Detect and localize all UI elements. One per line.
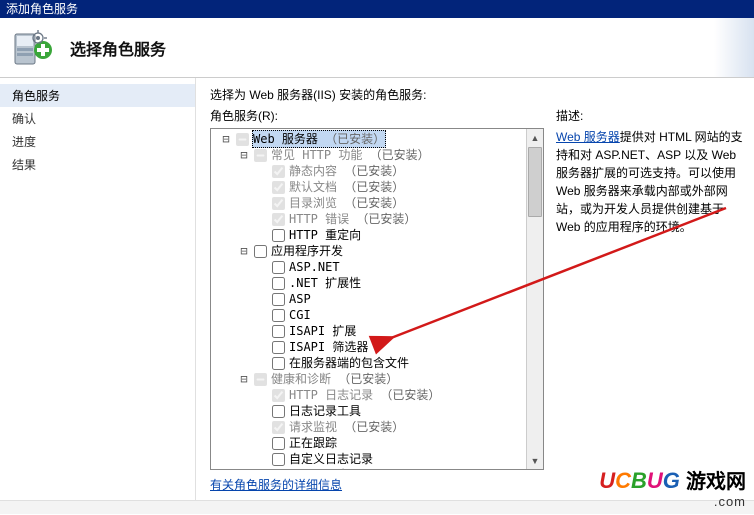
tree-node[interactable]: 正在跟踪 [215, 435, 543, 451]
tree-checkbox[interactable] [272, 341, 285, 354]
tree-node-label[interactable]: 目录浏览 （已安装） [288, 195, 405, 211]
tree-node-label[interactable]: ISAPI 筛选器 [288, 339, 369, 355]
wizard-step[interactable]: 确认 [0, 107, 195, 130]
tree-node-label[interactable]: CGI [288, 307, 312, 323]
tree-node-label[interactable]: 请求监视 （已安装） [288, 419, 405, 435]
tree-node[interactable]: CGI [215, 307, 543, 323]
tree-checkbox[interactable] [272, 293, 285, 306]
tree-checkbox [272, 165, 285, 178]
tree-node[interactable]: ISAPI 筛选器 [215, 339, 543, 355]
vertical-scrollbar[interactable]: ▲ ▼ [526, 129, 543, 469]
tree-checkbox [236, 133, 249, 146]
tree-label: 角色服务(R): [210, 107, 544, 124]
title-bar: 添加角色服务 [0, 0, 754, 18]
tree-node-label[interactable]: ISAPI 扩展 [288, 323, 357, 339]
tree-node[interactable]: 日志记录工具 [215, 403, 543, 419]
tree-node[interactable]: ASP.NET [215, 259, 543, 275]
tree-toggle[interactable]: ⊟ [237, 243, 251, 259]
scroll-down-arrow[interactable]: ▼ [527, 452, 543, 469]
tree-node-label[interactable]: 在服务器端的包含文件 [288, 355, 410, 371]
tree-node-label[interactable]: 常见 HTTP 功能 （已安装） [270, 147, 431, 163]
tree-checkbox [254, 149, 267, 162]
tree-checkbox[interactable] [272, 469, 285, 471]
tree-node-label[interactable]: 默认文档 （已安装） [288, 179, 405, 195]
tree-checkbox[interactable] [272, 405, 285, 418]
tree-node[interactable]: ⊟ 常见 HTTP 功能 （已安装） [215, 147, 543, 163]
tree-node[interactable]: HTTP 重定向 [215, 227, 543, 243]
tree-checkbox [272, 389, 285, 402]
tree-checkbox[interactable] [272, 229, 285, 242]
tree-node-label[interactable]: ASP [288, 291, 312, 307]
more-info-link[interactable]: 有关角色服务的详细信息 [210, 476, 342, 493]
tree-node[interactable]: 默认文档 （已安装） [215, 179, 543, 195]
tree-checkbox [272, 197, 285, 210]
tree-node-label[interactable]: HTTP 错误 （已安装） [288, 211, 417, 227]
tree-node-label[interactable]: ASP.NET [288, 259, 341, 275]
tree-node[interactable]: 目录浏览 （已安装） [215, 195, 543, 211]
tree-node-label[interactable]: Web 服务器 （已安装） [252, 130, 386, 148]
tree-node-label[interactable]: 日志记录工具 [288, 403, 362, 419]
tree-node-label[interactable]: 应用程序开发 [270, 243, 344, 259]
description-label: 描述: [556, 107, 746, 124]
scroll-up-arrow[interactable]: ▲ [527, 129, 543, 146]
tree-node[interactable]: 在服务器端的包含文件 [215, 355, 543, 371]
tree-checkbox[interactable] [272, 437, 285, 450]
tree-toggle[interactable]: ⊟ [237, 147, 251, 163]
tree-checkbox[interactable] [254, 245, 267, 258]
description-link[interactable]: Web 服务器 [556, 130, 620, 144]
tree-node[interactable]: ⊟ Web 服务器 （已安装） [215, 131, 543, 147]
role-services-tree[interactable]: ⊟Web 服务器 （已安装）⊟常见 HTTP 功能 （已安装）静态内容 （已安装… [210, 128, 544, 470]
description-text: Web 服务器提供对 HTML 网站的支持和对 ASP.NET、ASP 以及 W… [556, 128, 746, 236]
tree-checkbox[interactable] [272, 277, 285, 290]
tree-node[interactable]: ISAPI 扩展 [215, 323, 543, 339]
tree-node[interactable]: ⊟ 应用程序开发 [215, 243, 543, 259]
tree-node[interactable]: 静态内容 （已安装） [215, 163, 543, 179]
tree-checkbox[interactable] [272, 261, 285, 274]
tree-checkbox[interactable] [272, 325, 285, 338]
instruction-text: 选择为 Web 服务器(IIS) 安装的角色服务: [210, 86, 746, 103]
tree-node-label[interactable]: HTTP 重定向 [288, 227, 362, 243]
wizard-step[interactable]: 结果 [0, 153, 195, 176]
tree-checkbox[interactable] [272, 357, 285, 370]
tree-node[interactable]: ODBC 日志记录 [215, 467, 543, 470]
tree-node-label[interactable]: 自定义日志记录 [288, 451, 374, 467]
tree-node[interactable]: 自定义日志记录 [215, 451, 543, 467]
tree-node[interactable]: HTTP 日志记录 （已安装） [215, 387, 543, 403]
tree-checkbox [272, 213, 285, 226]
wizard-step[interactable]: 进度 [0, 130, 195, 153]
tree-checkbox [272, 181, 285, 194]
tree-checkbox [254, 373, 267, 386]
wizard-steps-sidebar: 角色服务确认进度结果 [0, 78, 196, 500]
tree-checkbox[interactable] [272, 453, 285, 466]
header: 选择角色服务 [0, 18, 754, 78]
wizard-step[interactable]: 角色服务 [0, 84, 195, 107]
tree-checkbox[interactable] [272, 309, 285, 322]
watermark: UCBUG 游戏网 .com [599, 465, 746, 509]
tree-toggle[interactable]: ⊟ [237, 371, 251, 387]
tree-checkbox [272, 421, 285, 434]
header-gradient [714, 18, 754, 77]
tree-node-label[interactable]: 静态内容 （已安装） [288, 163, 405, 179]
main-panel: 选择为 Web 服务器(IIS) 安装的角色服务: 角色服务(R): ⊟Web … [196, 78, 754, 500]
tree-node[interactable]: 请求监视 （已安装） [215, 419, 543, 435]
tree-node[interactable]: ⊟ 健康和诊断 （已安装） [215, 371, 543, 387]
tree-node-label[interactable]: HTTP 日志记录 （已安装） [288, 387, 441, 403]
tree-node[interactable]: .NET 扩展性 [215, 275, 543, 291]
page-title: 选择角色服务 [70, 36, 166, 60]
wizard-icon [10, 24, 58, 72]
tree-node-label[interactable]: 正在跟踪 [288, 435, 338, 451]
tree-node[interactable]: ASP [215, 291, 543, 307]
tree-node-label[interactable]: .NET 扩展性 [288, 275, 362, 291]
tree-node-label[interactable]: 健康和诊断 （已安装） [270, 371, 399, 387]
tree-node-label[interactable]: ODBC 日志记录 [288, 467, 374, 470]
tree-node[interactable]: HTTP 错误 （已安装） [215, 211, 543, 227]
tree-toggle[interactable]: ⊟ [219, 131, 233, 147]
scroll-thumb[interactable] [528, 147, 542, 217]
